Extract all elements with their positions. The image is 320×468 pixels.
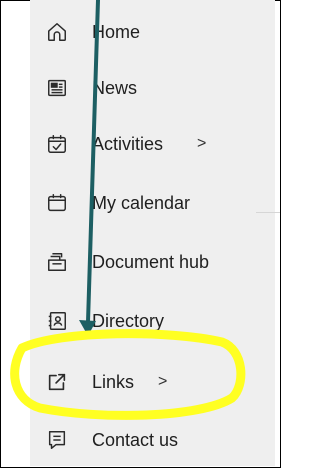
nav-item-directory[interactable]: Directory [30, 301, 275, 341]
nav-item-news[interactable]: News [30, 68, 275, 108]
nav-item-activities[interactable]: Activities > [30, 124, 275, 164]
contact-card-icon [46, 310, 68, 332]
nav-label-my-calendar: My calendar [92, 193, 191, 213]
nav-item-contact-us[interactable]: Contact us [30, 420, 275, 460]
nav-label-activities: Activities [92, 134, 164, 154]
nav-label-document-hub: Document hub [92, 252, 210, 272]
home-icon [46, 21, 68, 43]
newspaper-icon [46, 77, 68, 99]
chevron-right-icon: > [158, 373, 168, 390]
documents-icon [46, 251, 68, 273]
message-icon [46, 429, 68, 451]
calendar-icon [46, 192, 68, 214]
nav-label-links: Links [92, 372, 135, 392]
nav-item-home[interactable]: Home [30, 12, 275, 52]
chevron-right-icon: > [197, 135, 207, 152]
nav-label-home: Home [92, 22, 141, 42]
nav-item-my-calendar[interactable]: My calendar [30, 183, 275, 223]
nav-label-news: News [92, 78, 138, 98]
nav-label-contact-us: Contact us [92, 430, 179, 450]
nav-item-document-hub[interactable]: Document hub [30, 242, 275, 282]
calendar-check-icon [46, 133, 68, 155]
external-link-icon [46, 371, 68, 393]
nav-label-directory: Directory [92, 311, 165, 331]
nav-item-links[interactable]: Links > [30, 362, 275, 402]
